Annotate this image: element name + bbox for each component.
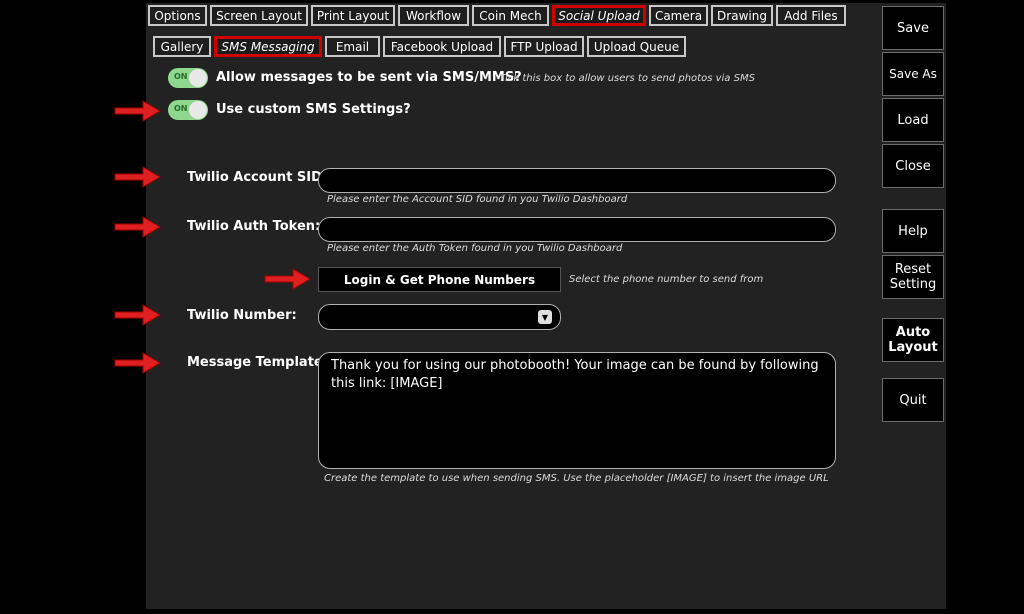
- subtab-gallery[interactable]: Gallery: [153, 36, 211, 57]
- custom-sms-label: Use custom SMS Settings?: [216, 102, 411, 117]
- twilio-sid-hint: Please enter the Account SID found in yo…: [327, 194, 628, 205]
- tab-coin-mech[interactable]: Coin Mech: [472, 5, 549, 26]
- tab-workflow[interactable]: Workflow: [398, 5, 469, 26]
- red-arrow-icon: [114, 166, 161, 188]
- quit-button[interactable]: Quit: [882, 378, 944, 422]
- twilio-sid-label: Twilio Account SID:: [187, 170, 328, 185]
- toggle-knob: [189, 69, 207, 87]
- auto-layout-button[interactable]: Auto Layout: [882, 318, 944, 362]
- load-button[interactable]: Load: [882, 98, 944, 142]
- top-tab-bar: Options Screen Layout Print Layout Workf…: [148, 5, 849, 26]
- tab-social-upload[interactable]: Social Upload: [552, 5, 646, 26]
- custom-sms-toggle[interactable]: ON: [168, 100, 208, 120]
- subtab-upload-queue[interactable]: Upload Queue: [587, 36, 686, 57]
- red-arrow-icon: [264, 268, 311, 290]
- reset-setting-button[interactable]: Reset Setting: [882, 255, 944, 299]
- allow-sms-label: Allow messages to be sent via SMS/MMS?: [216, 70, 522, 85]
- chevron-down-icon[interactable]: ▼: [538, 310, 552, 324]
- tab-camera[interactable]: Camera: [649, 5, 708, 26]
- subtab-facebook-upload[interactable]: Facebook Upload: [383, 36, 501, 57]
- login-get-numbers-button[interactable]: Login & Get Phone Numbers: [318, 267, 561, 292]
- red-arrow-icon: [114, 216, 161, 238]
- message-template-label: Message Template:: [187, 355, 328, 370]
- tab-add-files[interactable]: Add Files: [776, 5, 846, 26]
- twilio-token-label: Twilio Auth Token:: [187, 219, 321, 234]
- reset-setting-line2: Setting: [889, 277, 937, 292]
- toggle-on-text: ON: [174, 72, 188, 81]
- tab-options[interactable]: Options: [148, 5, 207, 26]
- red-arrow-icon: [114, 352, 161, 374]
- message-template-hint: Create the template to use when sending …: [324, 473, 829, 484]
- twilio-sid-input[interactable]: [318, 168, 836, 193]
- message-template-textarea[interactable]: Thank you for using our photobooth! Your…: [318, 352, 836, 469]
- twilio-token-input[interactable]: [318, 217, 836, 242]
- allow-sms-toggle[interactable]: ON: [168, 68, 208, 88]
- red-arrow-icon: [114, 100, 161, 122]
- tab-screen-layout[interactable]: Screen Layout: [210, 5, 308, 26]
- toggle-knob: [189, 101, 207, 119]
- auto-layout-line1: Auto: [895, 325, 931, 340]
- tab-drawing[interactable]: Drawing: [711, 5, 773, 26]
- toggle-on-text: ON: [174, 104, 188, 113]
- twilio-number-dropdown[interactable]: ▼: [318, 304, 561, 330]
- subtab-email[interactable]: Email: [325, 36, 380, 57]
- save-button[interactable]: Save: [882, 6, 944, 50]
- subtab-ftp-upload[interactable]: FTP Upload: [504, 36, 584, 57]
- auto-layout-line2: Layout: [888, 340, 938, 355]
- login-hint: Select the phone number to send from: [569, 274, 764, 285]
- reset-setting-line1: Reset: [894, 262, 932, 277]
- twilio-number-label: Twilio Number:: [187, 308, 297, 323]
- close-button[interactable]: Close: [882, 144, 944, 188]
- red-arrow-icon: [114, 304, 161, 326]
- help-button[interactable]: Help: [882, 209, 944, 253]
- allow-sms-hint: Tick this box to allow users to send pho…: [499, 73, 755, 84]
- sub-tab-bar: Gallery SMS Messaging Email Facebook Upl…: [153, 36, 689, 57]
- save-as-button[interactable]: Save As: [882, 52, 944, 96]
- twilio-token-hint: Please enter the Auth Token found in you…: [327, 243, 623, 254]
- subtab-sms-messaging[interactable]: SMS Messaging: [214, 36, 322, 57]
- tab-print-layout[interactable]: Print Layout: [311, 5, 395, 26]
